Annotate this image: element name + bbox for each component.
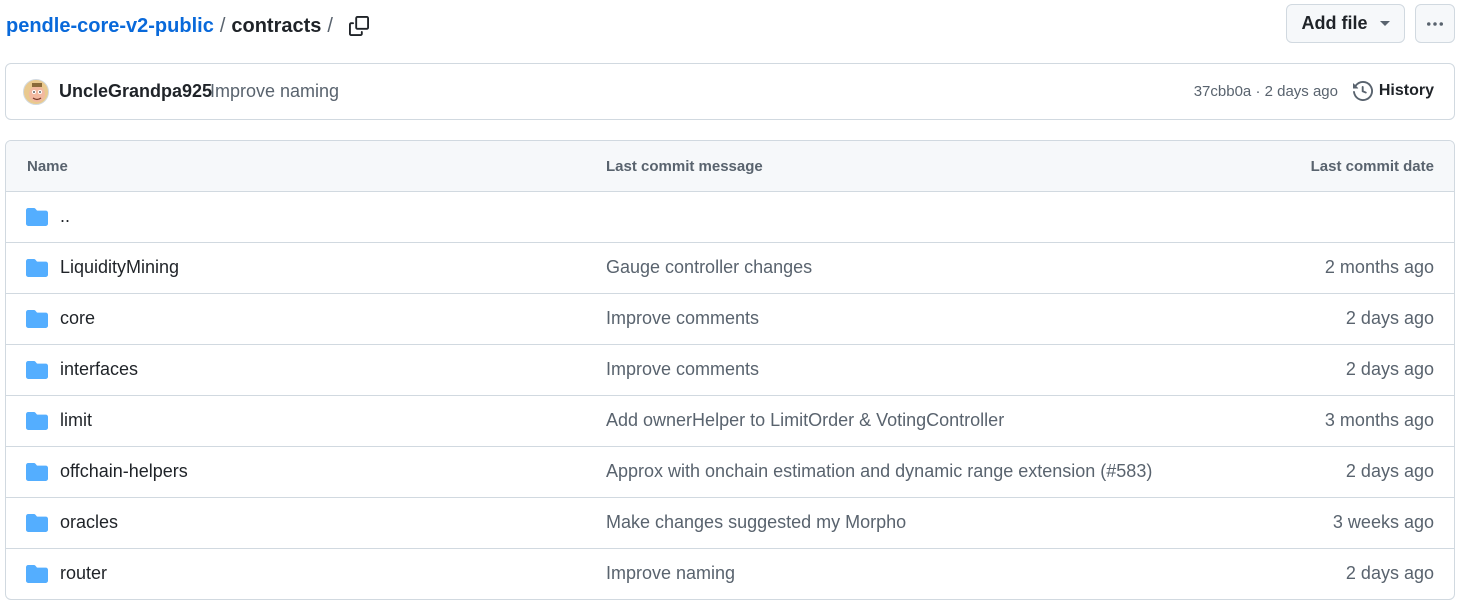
folder-icon: [26, 565, 48, 583]
table-row[interactable]: interfaces Improve comments 2 days ago: [6, 345, 1454, 396]
table-header: Name Last commit message Last commit dat…: [6, 141, 1454, 192]
history-button[interactable]: History: [1352, 81, 1434, 101]
commit-date: 2 days ago: [1345, 563, 1434, 583]
table-row[interactable]: limit Add ownerHelper to LimitOrder & Vo…: [6, 396, 1454, 447]
commit-message-link[interactable]: Add ownerHelper to LimitOrder & VotingCo…: [606, 410, 1004, 431]
commit-meta[interactable]: 37cbb0a · 2 days ago: [1194, 83, 1338, 100]
breadcrumb-current: contracts: [231, 14, 322, 37]
folder-name[interactable]: limit: [60, 410, 92, 431]
breadcrumb: pendle-core-v2-public / contracts /: [6, 12, 373, 40]
history-icon: [1352, 81, 1373, 101]
folder-icon: [26, 463, 48, 481]
commit-message-link[interactable]: Improve comments: [606, 359, 759, 380]
commit-date: 2 days ago: [1345, 359, 1434, 379]
commit-date: 2 days ago: [1345, 461, 1434, 481]
table-row[interactable]: router Improve naming 2 days ago: [6, 549, 1454, 599]
latest-commit-bar: UncleGrandpa925 Improve naming 37cbb0a ·…: [5, 63, 1455, 120]
history-label: History: [1378, 82, 1434, 99]
commit-date: 2 days ago: [1345, 308, 1434, 328]
folder-icon: [26, 259, 48, 277]
commit-message[interactable]: Improve naming: [210, 81, 339, 102]
more-options-button[interactable]: [1415, 4, 1455, 43]
parent-directory-row[interactable]: ..: [6, 192, 1454, 243]
folder-icon: [26, 514, 48, 532]
table-row[interactable]: LiquidityMining Gauge controller changes…: [6, 243, 1454, 294]
table-row[interactable]: core Improve comments 2 days ago: [6, 294, 1454, 345]
folder-icon: [26, 208, 48, 226]
folder-icon: [26, 412, 48, 430]
commit-message-link[interactable]: Improve naming: [606, 563, 735, 584]
breadcrumb-separator: /: [219, 14, 226, 37]
commit-date: 3 months ago: [1324, 410, 1434, 430]
folder-name[interactable]: interfaces: [60, 359, 138, 380]
table-row[interactable]: offchain-helpers Approx with onchain est…: [6, 447, 1454, 498]
commit-message-link[interactable]: Gauge controller changes: [606, 257, 812, 278]
triangle-down-icon: [1379, 21, 1390, 26]
column-header-message: Last commit message: [606, 158, 763, 175]
commit-date: 3 weeks ago: [1332, 512, 1434, 532]
breadcrumb-separator-trailing: /: [327, 14, 333, 37]
folder-name[interactable]: offchain-helpers: [60, 461, 188, 482]
commit-message-link[interactable]: Approx with onchain estimation and dynam…: [606, 461, 1152, 482]
copy-path-button[interactable]: [345, 12, 373, 40]
copy-icon: [348, 16, 369, 36]
avatar-image: [24, 80, 48, 104]
breadcrumb-repo-link[interactable]: pendle-core-v2-public: [6, 15, 214, 38]
commit-message-link[interactable]: Make changes suggested my Morpho: [606, 512, 906, 533]
parent-directory-link[interactable]: ..: [60, 206, 70, 227]
kebab-horizontal-icon: [1427, 21, 1443, 26]
folder-icon: [26, 361, 48, 379]
folder-icon: [26, 310, 48, 328]
column-header-date: Last commit date: [1310, 158, 1434, 175]
folder-name[interactable]: core: [60, 308, 95, 329]
table-row[interactable]: oracles Make changes suggested my Morpho…: [6, 498, 1454, 549]
avatar[interactable]: [23, 79, 49, 105]
add-file-button[interactable]: Add file: [1286, 4, 1405, 43]
column-header-name: Name: [27, 158, 68, 175]
folder-name[interactable]: router: [60, 563, 107, 584]
add-file-label: Add file: [1301, 13, 1368, 33]
commit-author[interactable]: UncleGrandpa925: [59, 81, 212, 102]
folder-name[interactable]: LiquidityMining: [60, 257, 179, 278]
commit-date: 2 months ago: [1324, 257, 1434, 277]
commit-message-link[interactable]: Improve comments: [606, 308, 759, 329]
repo-header: pendle-core-v2-public / contracts / Add …: [0, 0, 1462, 50]
file-table: Name Last commit message Last commit dat…: [5, 140, 1455, 600]
folder-name[interactable]: oracles: [60, 512, 118, 533]
